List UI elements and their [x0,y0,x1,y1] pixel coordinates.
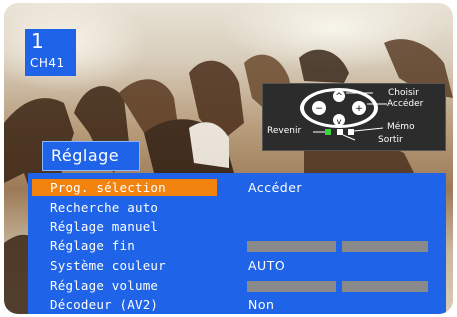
memo-label: Mémo [387,122,415,132]
channel-name: CH41 [30,56,65,70]
remote-key-legend: ^ v − + Choisir Accéder Revenir Mémo Sor… [262,83,446,151]
menu-item-value: Accéder [248,180,303,195]
menu-title-tab: Réglage [42,141,140,171]
channel-indicator: 1 CH41 [25,29,76,76]
menu-item-label[interactable]: Recherche auto [32,199,217,216]
menu-item-label[interactable]: Réglage volume [32,277,217,294]
settings-menu: Prog. sélection Accéder Recherche auto R… [28,173,446,314]
menu-row-manual-tuning[interactable]: Réglage manuel [28,218,446,238]
exit-label: Sortir [378,135,403,145]
menu-row-decoder[interactable]: Décodeur (AV2) Non [28,296,446,314]
back-label: Revenir [267,126,302,136]
menu-row-auto-search[interactable]: Recherche auto [28,199,446,219]
access-label: Accéder [387,99,424,109]
fine-tuning-bar-right [342,241,428,252]
menu-item-label[interactable]: Système couleur [32,257,217,274]
volume-bar-right [342,281,428,292]
svg-text:+: + [355,104,363,114]
menu-item-value: Non [248,297,275,312]
menu-item-label[interactable]: Réglage fin [32,237,217,254]
svg-text:v: v [337,117,342,126]
tv-screen: 1 CH41 ^ v − + Choisir Accéder Revenir M… [4,3,453,314]
menu-row-prog-selection[interactable]: Prog. sélection Accéder [28,179,446,199]
svg-text:−: − [315,104,323,114]
menu-row-fine-tuning[interactable]: Réglage fin [28,237,446,257]
channel-number: 1 [31,29,44,53]
menu-item-label[interactable]: Décodeur (AV2) [32,296,217,313]
menu-title: Réglage [51,146,120,165]
menu-row-volume-setting[interactable]: Réglage volume [28,277,446,297]
fine-tuning-bar-left [247,241,336,252]
menu-item-label[interactable]: Prog. sélection [32,179,217,196]
choose-label: Choisir [388,88,419,98]
svg-text:^: ^ [335,92,343,102]
menu-item-label[interactable]: Réglage manuel [32,218,217,235]
volume-bar-left [247,281,336,292]
menu-item-value: AUTO [248,258,286,273]
menu-row-color-system[interactable]: Système couleur AUTO [28,257,446,277]
